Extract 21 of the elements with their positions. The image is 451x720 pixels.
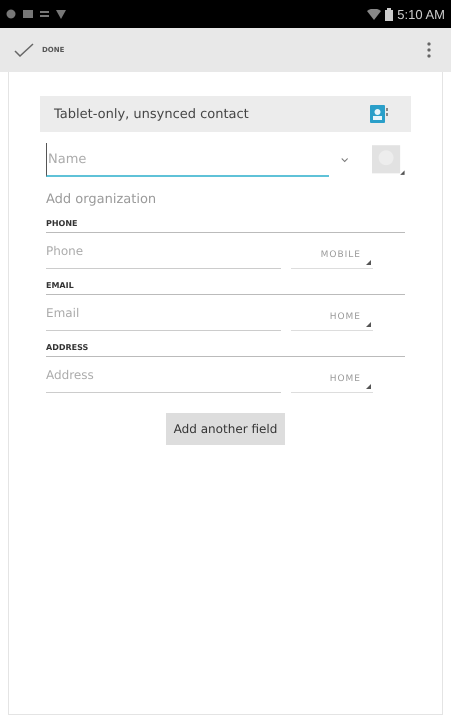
wifi-icon: [367, 8, 382, 20]
expand-chevron-icon[interactable]: [341, 157, 348, 163]
triangle-notification-icon: [56, 10, 66, 18]
circle-notification-icon: [6, 9, 16, 19]
checkmark-icon: [14, 43, 34, 57]
type-spinner[interactable]: MOBILE: [291, 250, 373, 269]
contact-card-icon: [369, 104, 389, 124]
name-field[interactable]: Name: [46, 143, 329, 177]
image-notification-icon: [23, 10, 33, 18]
section-header: ADDRESS: [46, 343, 405, 357]
clock-time: 5:10 AM: [397, 6, 445, 22]
type-spinner[interactable]: HOME: [291, 312, 373, 331]
lines-notification-icon: [40, 11, 49, 17]
overflow-menu-icon[interactable]: [427, 42, 431, 58]
add-organization-link[interactable]: Add organization: [40, 180, 411, 207]
account-label: Tablet-only, unsynced contact: [54, 106, 249, 122]
battery-icon: [385, 8, 394, 20]
section-header: PHONE: [46, 219, 405, 233]
section-header: EMAIL: [46, 281, 405, 295]
type-spinner[interactable]: HOME: [291, 374, 373, 393]
add-field-button[interactable]: Add another field: [166, 413, 286, 445]
